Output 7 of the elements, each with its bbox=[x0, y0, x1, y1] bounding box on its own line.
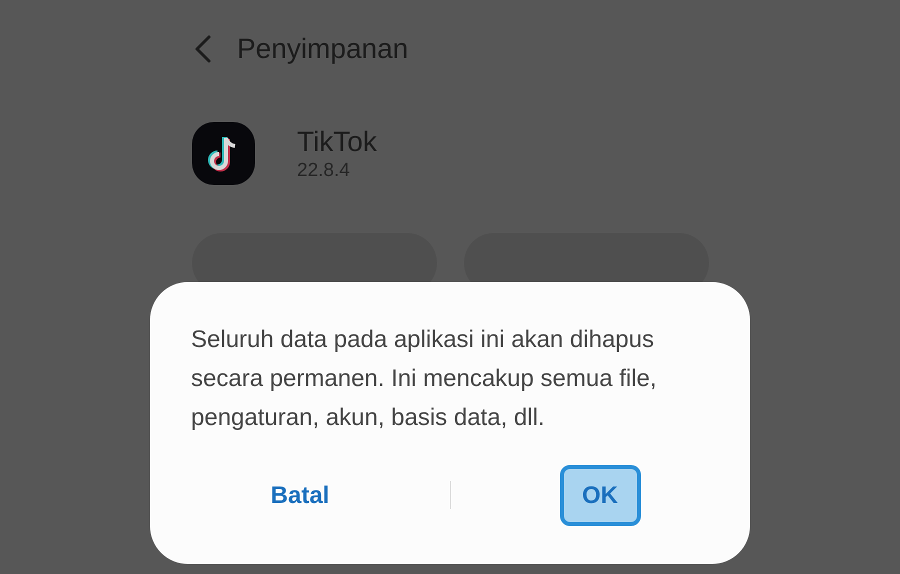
back-icon[interactable] bbox=[193, 34, 213, 64]
page-title: Penyimpanan bbox=[237, 32, 408, 66]
app-name: TikTok bbox=[297, 124, 377, 158]
app-icon bbox=[192, 122, 255, 185]
dialog-button[interactable]: Batal bbox=[250, 465, 350, 526]
dialog-button[interactable]: OK bbox=[560, 465, 640, 526]
dialog-message: Seluruh data pada aplikasi ini akan dihapus secara permanen. Ini mencakup semua file, pengaturan, akun, basis data, dll. bbox=[191, 325, 658, 433]
